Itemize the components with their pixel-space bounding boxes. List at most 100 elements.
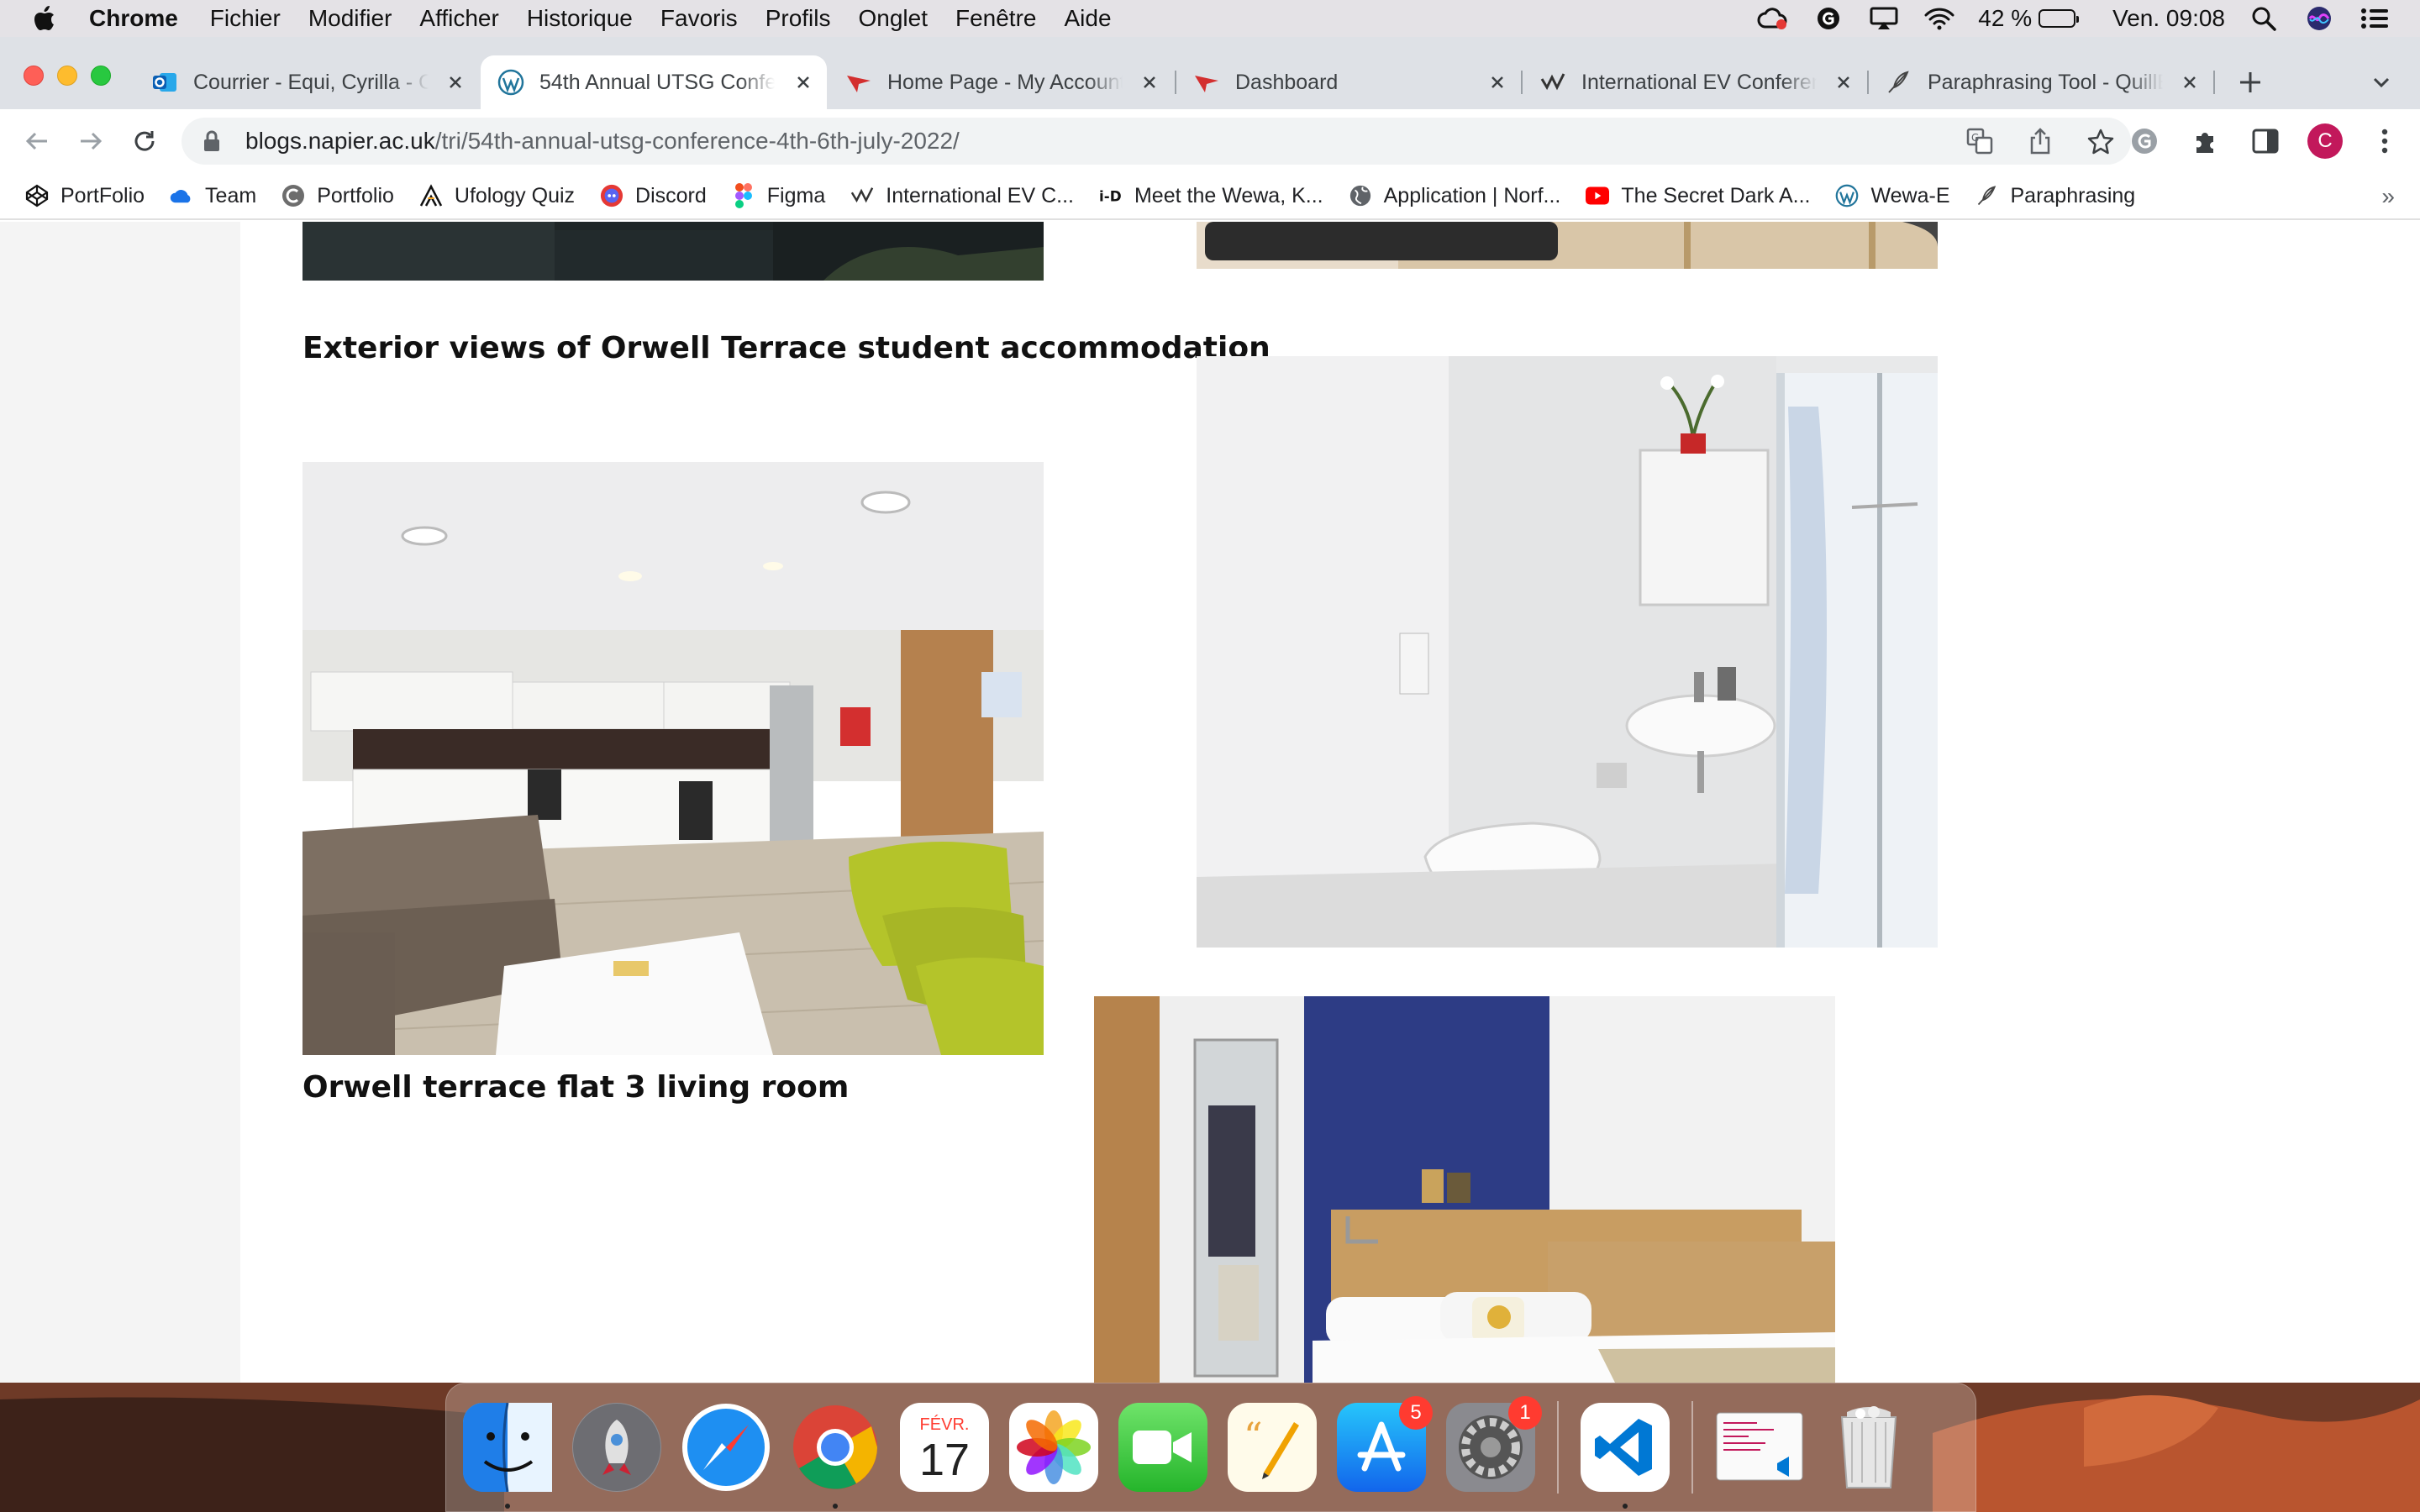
id-icon: i-D: [1099, 184, 1123, 207]
grammarly-extension-icon[interactable]: [2126, 123, 2163, 160]
tab-ev-conference[interactable]: International EV Conference: [1523, 55, 1867, 109]
menu-app-name[interactable]: Chrome: [89, 5, 178, 32]
trash-icon[interactable]: [1824, 1403, 1913, 1492]
tab-dashboard[interactable]: Dashboard: [1176, 55, 1521, 109]
extensions-puzzle-icon[interactable]: [2186, 123, 2223, 160]
tab-utsg-conference[interactable]: 54th Annual UTSG Conference: [481, 55, 827, 109]
launchpad-icon[interactable]: [572, 1403, 661, 1492]
bookmark-label: Wewa-E: [1870, 183, 1950, 207]
wordpress-icon: [1835, 184, 1859, 207]
address-bar[interactable]: blogs.napier.ac.uk/tri/54th-annual-utsg-…: [182, 118, 2131, 165]
living-room-photo[interactable]: [302, 462, 1044, 1055]
forward-button[interactable]: [74, 124, 108, 158]
caption-living-room: Orwell terrace flat 3 living room: [302, 1070, 850, 1105]
close-icon[interactable]: [1833, 72, 1854, 92]
translate-icon[interactable]: G: [1963, 124, 1996, 158]
discord-icon: [600, 184, 623, 207]
close-icon[interactable]: [445, 72, 466, 92]
bookmark-paraphrasing[interactable]: Paraphrasing: [1975, 184, 2135, 208]
bookmark-discord[interactable]: Discord: [600, 184, 707, 208]
app-store-icon[interactable]: 5: [1337, 1396, 1433, 1492]
creative-cloud-icon[interactable]: [1756, 6, 1790, 31]
apple-icon[interactable]: [34, 6, 59, 31]
bookmark-team[interactable]: Team: [170, 184, 256, 208]
close-icon[interactable]: [2180, 72, 2200, 92]
url-text[interactable]: blogs.napier.ac.uk/tri/54th-annual-utsg-…: [245, 128, 960, 155]
tab-outlook[interactable]: Courrier - Equi, Cyrilla - Outlook: [134, 55, 479, 109]
menu-aide[interactable]: Aide: [1064, 5, 1111, 32]
grammarly-icon[interactable]: [1812, 6, 1845, 31]
minimized-window-thumbnail[interactable]: [1715, 1403, 1804, 1492]
menu-fenetre[interactable]: Fenêtre: [955, 5, 1037, 32]
siri-icon[interactable]: [2302, 6, 2336, 31]
window-fullscreen-button[interactable]: [91, 66, 111, 86]
reload-button[interactable]: [128, 124, 161, 158]
photos-icon[interactable]: [1009, 1403, 1098, 1492]
window-minimize-button[interactable]: [57, 66, 77, 86]
battery-icon: [2039, 9, 2080, 28]
room-photo-partial[interactable]: [1197, 222, 1938, 269]
bookmark-label: Ufology Quiz: [454, 183, 576, 207]
menubar-clock[interactable]: Ven. 09:08: [2112, 5, 2225, 32]
window-close-button[interactable]: [24, 66, 44, 86]
bookmark-ev-conference[interactable]: International EV C...: [850, 184, 1074, 208]
control-center-icon[interactable]: [2358, 6, 2391, 31]
browser-toolbar: blogs.napier.ac.uk/tri/54th-annual-utsg-…: [0, 109, 2420, 173]
bookmark-label: Application | Norf...: [1383, 183, 1561, 207]
close-icon[interactable]: [1139, 72, 1160, 92]
new-tab-button[interactable]: [2235, 67, 2265, 97]
bedroom-photo[interactable]: [1094, 996, 1835, 1383]
menu-afficher[interactable]: Afficher: [419, 5, 498, 32]
tab-home-page[interactable]: Home Page - My Account: [829, 55, 1173, 109]
bookmark-secret-dark[interactable]: The Secret Dark A...: [1586, 184, 1810, 208]
svg-text:G: G: [1971, 132, 1979, 144]
macos-menu-bar: Chrome Fichier Modifier Afficher Histori…: [0, 0, 2420, 37]
profile-avatar[interactable]: C: [2307, 123, 2343, 159]
bookmark-portfolio[interactable]: Portfolio: [281, 184, 394, 208]
bookmark-star-icon[interactable]: [2084, 124, 2118, 158]
dock-separator: [1557, 1401, 1559, 1494]
chrome-icon[interactable]: [791, 1403, 880, 1509]
safari-icon[interactable]: [681, 1403, 771, 1492]
chrome-window: Courrier - Equi, Cyrilla - Outlook 54th …: [0, 37, 2420, 1383]
bookmark-ufology-quiz[interactable]: Ufology Quiz: [419, 184, 575, 208]
tab-title: 54th Annual UTSG Conference: [539, 70, 775, 94]
bookmark-wewa-e[interactable]: Wewa-E: [1835, 183, 1950, 208]
menu-modifier[interactable]: Modifier: [308, 5, 392, 32]
bookmark-figma[interactable]: Figma: [732, 183, 825, 208]
side-panel-icon[interactable]: [2247, 123, 2284, 160]
tab-search-button[interactable]: [2368, 69, 2395, 96]
bathroom-photo[interactable]: [1197, 356, 1938, 948]
tab-title: Paraphrasing Tool - QuillBot: [1928, 70, 2163, 94]
svg-text:“: “: [1244, 1415, 1263, 1458]
exterior-photo-partial[interactable]: [302, 222, 1044, 281]
lock-icon[interactable]: [200, 129, 224, 153]
bookmark-portfolio-codepen[interactable]: PortFolio: [25, 184, 145, 208]
kebab-menu-icon[interactable]: [2366, 123, 2403, 160]
vscode-icon[interactable]: [1581, 1403, 1670, 1509]
menu-profils[interactable]: Profils: [765, 5, 831, 32]
finder-icon[interactable]: [463, 1403, 552, 1509]
spotlight-icon[interactable]: [2247, 6, 2281, 31]
menu-fichier[interactable]: Fichier: [210, 5, 281, 32]
airplay-icon[interactable]: [1867, 6, 1901, 31]
bookmark-meet-wewa[interactable]: i-D Meet the Wewa, K...: [1099, 184, 1323, 208]
back-button[interactable]: [20, 124, 54, 158]
menu-favoris[interactable]: Favoris: [660, 5, 738, 32]
battery-indicator[interactable]: 42 %: [1978, 5, 2080, 32]
macos-dock: FÉVR. 17 “ 5 1: [445, 1383, 1976, 1512]
facetime-icon[interactable]: [1118, 1403, 1207, 1492]
close-icon[interactable]: [1487, 72, 1507, 92]
bookmark-application-norfolk[interactable]: Application | Norf...: [1349, 183, 1561, 208]
menu-onglet[interactable]: Onglet: [858, 5, 928, 32]
pages-icon[interactable]: “: [1228, 1403, 1317, 1492]
system-preferences-icon[interactable]: 1: [1446, 1396, 1542, 1492]
menu-historique[interactable]: Historique: [527, 5, 633, 32]
bookmark-label: Team: [205, 183, 257, 207]
bookmarks-overflow-button[interactable]: »: [2381, 183, 2395, 210]
tab-quillbot[interactable]: Paraphrasing Tool - QuillBot: [1869, 55, 2213, 109]
close-icon[interactable]: [793, 72, 813, 92]
wifi-icon[interactable]: [1923, 6, 1956, 31]
calendar-icon[interactable]: FÉVR. 17: [900, 1403, 989, 1492]
share-icon[interactable]: [2023, 124, 2057, 158]
